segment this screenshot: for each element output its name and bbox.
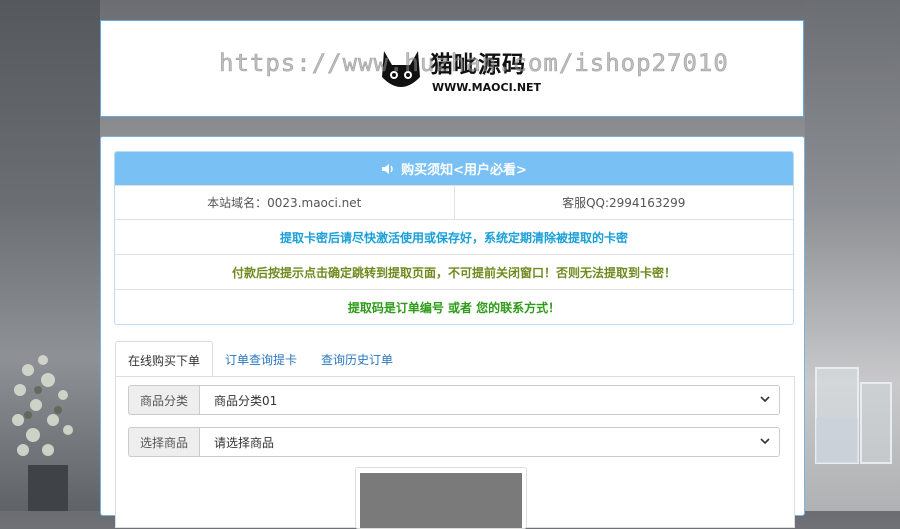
category-label: 商品分类 xyxy=(128,385,199,415)
category-select[interactable]: 商品分类01 xyxy=(199,385,780,415)
product-value: 请选择商品 xyxy=(214,435,275,450)
service-qq: 客服QQ:2994163299 xyxy=(453,186,794,219)
logo-subtext: WWW.MAOCI.NET xyxy=(432,81,542,94)
category-value: 商品分类01 xyxy=(214,393,278,408)
notice-header: 购买须知<用户必看> xyxy=(115,152,793,185)
glass-decoration xyxy=(815,367,892,464)
site-domain: 本站域名：0023.maoci.net xyxy=(207,196,362,210)
notice-line-1: 提取卡密后请尽快激活使用或保存好，系统定期清除被提取的卡密 xyxy=(115,219,793,254)
plant-decoration xyxy=(12,355,73,511)
header-banner: 猫呲源码 WWW.MAOCI.NET https://www.huzhan.co… xyxy=(100,20,804,117)
product-image-preview xyxy=(355,467,527,529)
main-panel: 购买须知<用户必看> 本站域名：0023.maoci.net 客服QQ:2994… xyxy=(100,136,805,529)
tab-order-history[interactable]: 查询历史订单 xyxy=(309,341,405,377)
product-image xyxy=(360,473,522,528)
speaker-icon xyxy=(382,163,393,174)
tab-order-query[interactable]: 订单查询提卡 xyxy=(213,341,309,377)
notice-line-2: 付款后按提示点击确定跳转到提取页面，不可提前关闭窗口！否则无法提取到卡密！ xyxy=(115,254,793,289)
site-info-row: 本站域名：0023.maoci.net 客服QQ:2994163299 xyxy=(115,185,793,219)
tab-online-purchase[interactable]: 在线购买下单 xyxy=(115,341,214,379)
notice-title: 购买须知<用户必看> xyxy=(401,163,527,178)
tab-bar: 在线购买下单 订单查询提卡 查询历史订单 xyxy=(115,341,405,379)
watermark-url: https://www.huzhan.com/ishop27010 xyxy=(219,49,729,78)
product-label: 选择商品 xyxy=(128,427,199,457)
product-select[interactable]: 请选择商品 xyxy=(199,427,780,457)
purchase-notice: 购买须知<用户必看> 本站域名：0023.maoci.net 客服QQ:2994… xyxy=(114,151,794,325)
chevron-down-icon xyxy=(760,438,770,445)
notice-line-3: 提取码是订单编号 或者 您的联系方式！ xyxy=(115,289,793,324)
category-row: 商品分类 商品分类01 xyxy=(128,385,780,415)
chevron-down-icon xyxy=(760,396,770,403)
product-row: 选择商品 请选择商品 xyxy=(128,427,780,457)
